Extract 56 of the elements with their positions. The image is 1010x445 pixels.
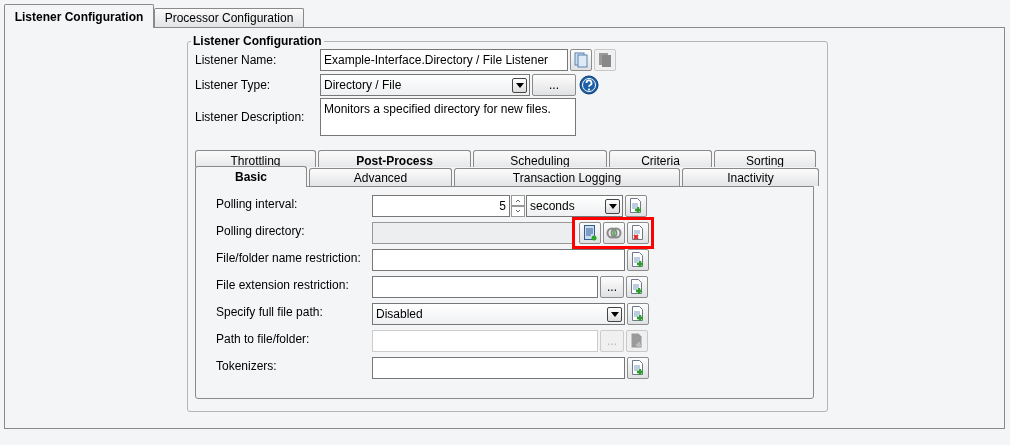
help-icon[interactable] — [579, 75, 599, 95]
field-label: Listener Type: — [195, 78, 272, 92]
field-label: Path to file/folder: — [216, 332, 311, 348]
spinner-arrows-icon[interactable] — [511, 195, 525, 217]
interval-spinner[interactable]: 5 — [372, 195, 510, 217]
tab[interactable]: Sorting — [714, 150, 816, 167]
tab[interactable]: Advanced — [309, 168, 452, 186]
description-field[interactable]: Monitors a specified directory for new files. — [320, 98, 576, 136]
input-field[interactable] — [372, 276, 598, 298]
path-mode-dropdown[interactable]: Disabled — [372, 303, 625, 325]
unit-dropdown[interactable]: seconds — [526, 195, 623, 217]
add-button[interactable] — [627, 249, 649, 271]
field-label: File/folder name restriction: — [216, 251, 362, 267]
document-icon — [583, 225, 597, 241]
browse-button[interactable]: ... — [532, 74, 576, 96]
field-label: Listener Description: — [195, 110, 306, 124]
browse-button[interactable]: ... — [600, 276, 624, 298]
input-field[interactable] — [372, 249, 625, 271]
name-field[interactable]: Example-Interface.Directory / File Listener — [320, 49, 568, 71]
group-title: Listener Configuration — [192, 34, 323, 48]
tab[interactable]: Post-Process — [318, 150, 471, 167]
field-label: Polling directory: — [216, 224, 306, 240]
tab[interactable]: Inactivity — [682, 168, 819, 186]
directory-field[interactable] — [372, 222, 574, 244]
add-document-icon — [630, 279, 644, 295]
tab[interactable]: Processor Configuration — [154, 8, 304, 27]
tab[interactable]: Transaction Logging — [454, 168, 680, 186]
add-button[interactable] — [627, 303, 649, 325]
add-button[interactable] — [625, 195, 647, 217]
add-document-icon — [631, 360, 645, 376]
remove-button[interactable] — [627, 222, 649, 244]
add-button[interactable] — [626, 330, 648, 352]
tab[interactable]: Listener Configuration — [4, 4, 154, 28]
field-label: Tokenizers: — [216, 359, 278, 375]
rings-icon — [606, 227, 622, 239]
document-icon — [630, 333, 644, 349]
add-button[interactable] — [627, 357, 649, 379]
delete-document-icon — [631, 225, 645, 241]
tab[interactable]: Basic — [195, 166, 307, 187]
link-button[interactable] — [603, 222, 625, 244]
documents-icon — [573, 52, 589, 68]
tab[interactable]: Criteria — [609, 150, 712, 167]
field-label: Polling interval: — [216, 197, 299, 213]
tab[interactable]: Throttling — [195, 150, 316, 167]
field-label: Specify full file path: — [216, 305, 324, 321]
documents-icon — [597, 52, 613, 68]
field-label: Listener Name: — [195, 53, 278, 67]
add-document-icon — [629, 198, 643, 214]
type-dropdown[interactable]: Directory / File — [320, 74, 530, 96]
add-document-icon — [631, 252, 645, 268]
add-button[interactable] — [626, 276, 648, 298]
input-field[interactable] — [372, 357, 625, 379]
tab[interactable]: Scheduling — [473, 150, 607, 167]
new-document-button[interactable] — [579, 222, 601, 244]
add-document-icon — [631, 306, 645, 322]
field-label: File extension restriction: — [216, 278, 350, 294]
